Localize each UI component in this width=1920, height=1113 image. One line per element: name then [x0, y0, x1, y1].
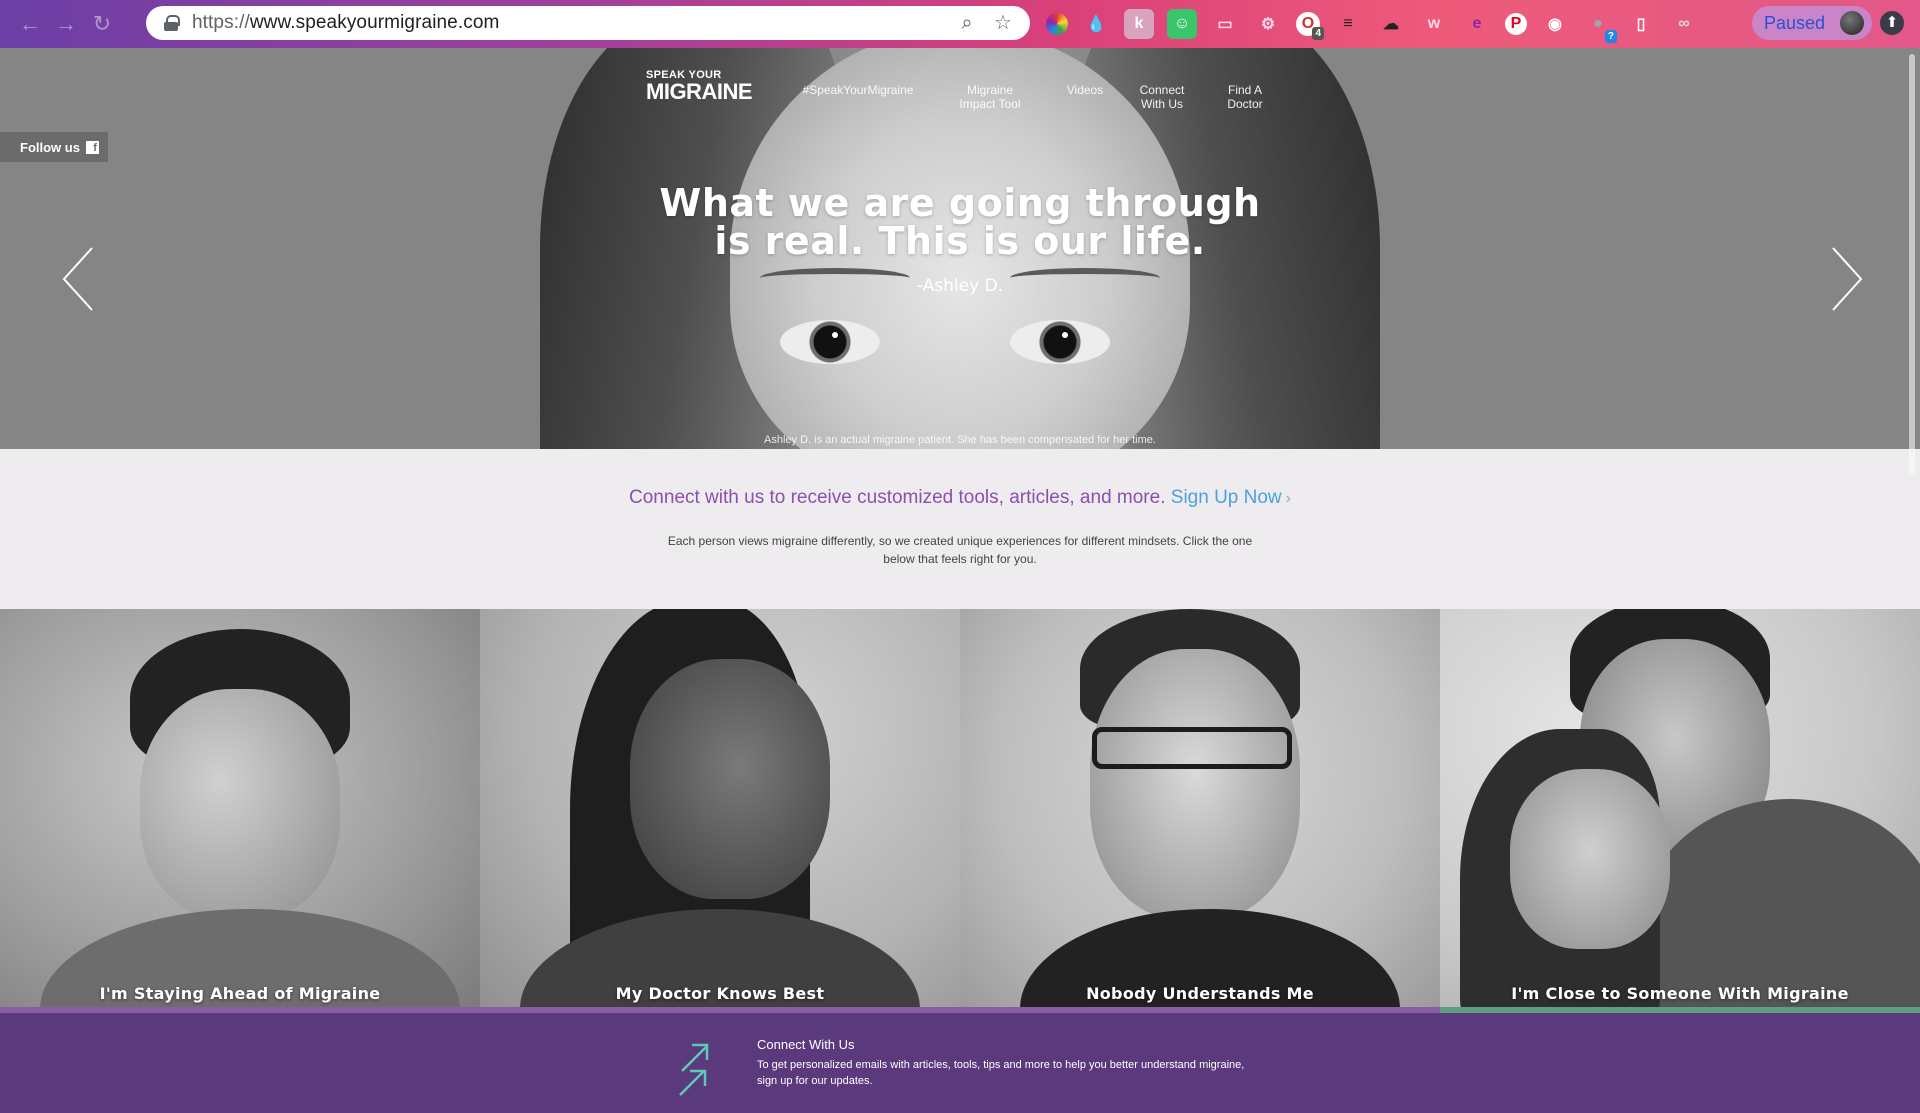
- profile-paused-button[interactable]: Paused: [1752, 6, 1872, 40]
- mindsets-description: Each person views migraine differently, …: [667, 534, 1253, 566]
- hero-quote: What we are going through is real. This …: [659, 181, 1261, 263]
- puzzle-extension-icon[interactable]: ●?: [1583, 9, 1617, 43]
- mindset-caption: Nobody Understands Me: [1086, 984, 1314, 1003]
- layers-extension-icon[interactable]: ≡: [1333, 9, 1363, 39]
- drop-extension-icon[interactable]: 💧: [1081, 9, 1111, 39]
- avatar: [1840, 11, 1864, 35]
- site-nav: SPEAK YOUR MIGRAINE #SpeakYourMigraine M…: [646, 70, 1270, 112]
- connect-band: Connect with us to receive customized to…: [0, 449, 1920, 609]
- mindset-tile-doctor-knows-best[interactable]: My Doctor Knows Best: [480, 609, 960, 1013]
- footer-title: Connect With Us: [757, 1037, 855, 1052]
- site-logo[interactable]: SPEAK YOUR MIGRAINE: [646, 70, 753, 103]
- page: SPEAK YOUR MIGRAINE #SpeakYourMigraine M…: [0, 48, 1920, 1113]
- connect-arrows-icon: [676, 1041, 716, 1097]
- nav-connect-with-us[interactable]: Connect With Us: [1132, 83, 1192, 111]
- connect-line: Connect with us to receive customized to…: [629, 487, 1291, 508]
- opera-extension-icon[interactable]: O4: [1296, 12, 1324, 40]
- mindset-tile-staying-ahead[interactable]: I'm Staying Ahead of Migraine: [0, 609, 480, 1013]
- pinterest-extension-icon[interactable]: P: [1505, 13, 1527, 35]
- page-extension-icon[interactable]: ▯: [1626, 9, 1656, 39]
- nav-migraine-impact-tool[interactable]: Migraine Impact Tool: [950, 83, 1030, 111]
- url-text[interactable]: https://www.speakyourmigraine.com: [192, 12, 499, 34]
- nav-find-a-doctor[interactable]: Find A Doctor: [1220, 83, 1270, 111]
- cast-extension-icon[interactable]: ▭: [1210, 9, 1240, 39]
- film-extension-icon[interactable]: ◉: [1540, 9, 1570, 39]
- color-wheel-extension-icon[interactable]: [1046, 13, 1068, 35]
- connect-footer: Connect With Us To get personalized emai…: [0, 1013, 1920, 1113]
- carousel-prev-arrow-icon[interactable]: [60, 244, 100, 314]
- carousel-next-arrow-icon[interactable]: [1825, 244, 1865, 314]
- mindset-caption: I'm Close to Someone With Migraine: [1511, 984, 1849, 1003]
- cloud-extension-icon[interactable]: ☁: [1376, 9, 1406, 39]
- lock-icon: [164, 15, 180, 31]
- android-extension-icon[interactable]: ☺: [1167, 9, 1197, 39]
- follow-us-button[interactable]: Follow us f: [0, 132, 108, 162]
- address-bar[interactable]: https://www.speakyourmigraine.com ⌕ ☆: [146, 6, 1030, 40]
- browser-toolbar: ← → ↻ https://www.speakyourmigraine.com …: [0, 0, 1920, 48]
- gear-extension-icon[interactable]: ⚙: [1253, 9, 1283, 39]
- k-extension-icon[interactable]: k: [1124, 9, 1154, 39]
- e-extension-icon[interactable]: e: [1462, 9, 1492, 39]
- forward-icon[interactable]: →: [48, 6, 84, 42]
- facebook-icon: f: [85, 140, 99, 154]
- mindset-caption: My Doctor Knows Best: [615, 984, 825, 1003]
- reload-icon[interactable]: ↻: [84, 6, 120, 42]
- zoom-icon[interactable]: ⌕: [956, 12, 978, 34]
- update-icon[interactable]: ⬆: [1880, 11, 1904, 35]
- mindset-tile-nobody-understands[interactable]: Nobody Understands Me: [960, 609, 1440, 1013]
- hero-disclaimer: Ashley D. is an actual migraine patient.…: [764, 434, 1156, 446]
- nav-speakyourmigraine[interactable]: #SpeakYourMigraine: [794, 83, 922, 97]
- footer-text: To get personalized emails with articles…: [757, 1059, 1245, 1087]
- back-icon[interactable]: ←: [12, 6, 48, 42]
- mindset-caption: I'm Staying Ahead of Migraine: [99, 984, 381, 1003]
- hero-carousel: SPEAK YOUR MIGRAINE #SpeakYourMigraine M…: [0, 48, 1920, 449]
- mindset-tile-close-to-someone[interactable]: I'm Close to Someone With Migraine: [1440, 609, 1920, 1013]
- sign-up-now-link[interactable]: Sign Up Now: [1171, 487, 1282, 508]
- mindset-tiles: I'm Staying Ahead of Migraine My Doctor …: [0, 609, 1920, 1013]
- w-extension-icon[interactable]: w: [1419, 9, 1449, 39]
- page-scrollbar[interactable]: [1906, 48, 1918, 474]
- incognito-extension-icon[interactable]: ∞: [1669, 9, 1699, 39]
- hero-attribution: -Ashley D.: [916, 276, 1004, 296]
- chevron-right-icon: ›: [1285, 490, 1291, 507]
- bookmark-star-icon[interactable]: ☆: [992, 12, 1014, 34]
- extensions-row: 💧 k ☺ ▭ ⚙ O4 ≡ ☁ w e P ◉ ●? ▯ ∞: [1046, 9, 1699, 43]
- nav-videos[interactable]: Videos: [1060, 83, 1110, 97]
